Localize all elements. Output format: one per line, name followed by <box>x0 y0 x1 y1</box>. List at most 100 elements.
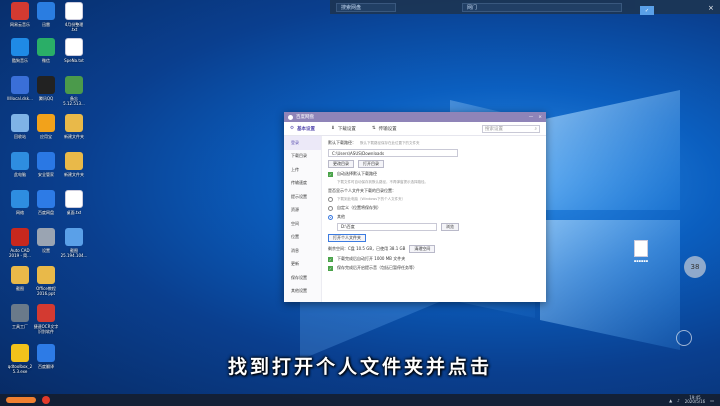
desktop-icon-label: SpeNa.txt <box>64 58 84 63</box>
desktop-icon[interactable]: 截图 25.194.104... <box>58 228 90 258</box>
desktop-icon[interactable]: SpeNa.txt <box>58 38 90 63</box>
file-label: ▪▪▪▪▪▪ <box>633 259 649 263</box>
sidebar-item[interactable]: 传输速度 <box>284 177 321 191</box>
sidebar-item[interactable]: 更新 <box>284 258 321 272</box>
desktop-icon[interactable]: 桌面.txt <box>58 190 90 215</box>
tab-basic[interactable]: ⚙ 基本设置 <box>290 126 315 132</box>
sidebar-item[interactable]: 保存设置 <box>284 271 321 285</box>
qq-icon <box>37 76 55 94</box>
gear-icon <box>37 228 55 246</box>
desktop-icon-label: 百度网盘 <box>38 210 54 215</box>
progress-bar <box>6 397 36 403</box>
sound-checkbox[interactable]: ✓ <box>328 265 333 271</box>
sidebar-item[interactable]: 空间 <box>284 217 321 231</box>
section-label: 默认下载路径： <box>328 140 356 145</box>
auto-open-label: 下载完成后自动打开 1000 MB 文件夹 <box>337 256 406 261</box>
system-tray: ▲ ♪ 19:45 2020/5/16 ▭ <box>669 395 714 405</box>
desktop-file-item[interactable]: ▪▪▪▪▪▪ <box>626 240 656 263</box>
open-directory-button[interactable]: 打开目录 <box>358 160 384 168</box>
top-search-box[interactable]: 搜索网盘 <box>336 2 396 12</box>
desktop-icon[interactable] <box>58 266 90 286</box>
sidebar-item[interactable]: 登录 <box>284 136 321 150</box>
file-icon <box>634 240 648 257</box>
desktop-icon-label: 备忘 5.12.513... <box>63 96 85 106</box>
thunder-icon <box>37 2 55 20</box>
desktop-icon-label: 回收站 <box>14 134 26 139</box>
top-toolbar: 搜索网盘 网门 <box>330 0 720 14</box>
open-personal-folder-button[interactable]: 打开个人文件夹 <box>328 234 366 242</box>
desktop-icon-label: Office教程 2016.ppt <box>36 286 56 296</box>
desktop-icon-label: 截图 25.194.104... <box>60 248 88 258</box>
auto-open-checkbox[interactable]: ✓ <box>328 256 333 262</box>
settings-search-input[interactable]: 搜索设置 ⌕ <box>482 124 540 133</box>
settings-sidebar: 登录 下载目录 上传 传输速度 提示设置 资源 空间 位置 消息 更新 保存设置 其他设置 <box>284 136 322 302</box>
sidebar-item[interactable]: 位置 <box>284 231 321 245</box>
capacity-text: 剩余空间：C盘 10.5 GB，已使用 38.1 GB <box>328 246 406 251</box>
music-icon <box>11 2 29 20</box>
music-icon <box>11 38 29 56</box>
auto-path-checkbox[interactable]: ✓ <box>328 171 333 177</box>
radio-other[interactable] <box>328 214 333 220</box>
trash-icon <box>11 114 29 132</box>
open-directory-label: 打开目录 <box>363 161 379 166</box>
assistant-ring-icon[interactable] <box>676 330 692 346</box>
desktop-icon[interactable]: 4月份整理 .txt <box>58 2 90 32</box>
sidebar-item[interactable]: 其他设置 <box>284 285 321 299</box>
tab-download-label: 下载设置 <box>337 126 356 132</box>
video-subtitle: 找到打开个人文件夹并点击 <box>227 356 492 378</box>
search-placeholder: 搜索设置 <box>485 126 503 132</box>
top-url-box[interactable]: 网门 <box>462 2 622 12</box>
close-icon[interactable]: × <box>708 4 714 12</box>
browse-button[interactable]: 浏览 <box>441 223 459 231</box>
gear-icon: ⚙ <box>290 126 295 131</box>
desktop-icon-label: 微信 <box>42 58 50 63</box>
folder-path-input[interactable]: D:\百度 <box>337 223 437 231</box>
speed-widget[interactable]: 38 <box>684 256 706 278</box>
sidebar-item[interactable]: 资源 <box>284 204 321 218</box>
window-titlebar[interactable]: 百度网盘 — × <box>284 112 546 122</box>
sidebar-item[interactable]: 上传 <box>284 163 321 177</box>
taskbar-app-icon[interactable] <box>42 396 50 404</box>
window-title: 百度网盘 <box>296 115 314 120</box>
desktop-icon-label: 网络 <box>16 210 24 215</box>
notification-icon[interactable]: ▭ <box>710 398 714 403</box>
folder-icon <box>11 266 29 284</box>
radio-custom-label: 自定义（位置将保存到） <box>337 205 381 210</box>
doc-icon <box>65 76 83 94</box>
change-directory-button[interactable]: 更改目录 <box>328 160 354 168</box>
top-url-text: 网门 <box>467 4 478 11</box>
desktop-icon[interactable]: 备忘 5.12.513... <box>58 76 90 106</box>
clock[interactable]: 19:45 2020/5/16 <box>685 395 706 405</box>
radio-this-pc-label: 下载到此电脑（Windows下的个人文件夹） <box>337 197 406 201</box>
close-window-icon[interactable]: × <box>538 115 542 120</box>
volume-icon[interactable]: ♪ <box>677 398 680 403</box>
desktop-icon[interactable]: 新建文件夹 <box>58 152 90 177</box>
tab-transfer-label: 传输设置 <box>378 126 397 132</box>
auto-path-hint: 下载文件时自动保存到默认路径，不再弹窗提示选择路径。 <box>337 180 428 184</box>
network-icon <box>11 190 29 208</box>
desktop-icon-label: 新建文件夹 <box>64 134 84 139</box>
wechat-icon <box>37 38 55 56</box>
clean-space-button[interactable]: 清理空间 <box>409 245 436 253</box>
settings-main: 默认下载路径： 默认下载路径保存在此位置下的文件夹 C:\Users\ASUS\… <box>328 140 540 302</box>
network-tray-icon[interactable]: ▲ <box>669 398 672 403</box>
corner-check-icon[interactable]: ✓ <box>640 6 654 15</box>
desktop-icon[interactable] <box>58 304 90 324</box>
taskbar: ▲ ♪ 19:45 2020/5/16 ▭ <box>0 394 720 406</box>
sidebar-item[interactable]: 消息 <box>284 244 321 258</box>
desktop-icon[interactable]: 新建文件夹 <box>58 114 90 139</box>
desktop-icon-label: 酷狗音乐 <box>12 58 28 63</box>
image-icon <box>65 228 83 246</box>
tab-transfer[interactable]: ⇅ 传输设置 <box>372 126 397 132</box>
sidebar-item[interactable]: 下载目录 <box>284 150 321 164</box>
minimize-icon[interactable]: — <box>529 115 534 120</box>
tab-download[interactable]: ⬇ 下载设置 <box>331 126 356 132</box>
speed-widget-value: 38 <box>690 263 700 271</box>
download-path-input[interactable]: C:\Users\ASUS\Downloads <box>328 149 458 157</box>
sidebar-item[interactable]: 提示设置 <box>284 190 321 204</box>
download-path-value: C:\Users\ASUS\Downloads <box>332 150 385 156</box>
desktop-icon-label: 工具工厂 <box>12 324 28 329</box>
top-search-text: 搜索网盘 <box>341 4 362 11</box>
radio-custom[interactable] <box>328 205 333 211</box>
radio-this-pc[interactable] <box>328 197 333 202</box>
